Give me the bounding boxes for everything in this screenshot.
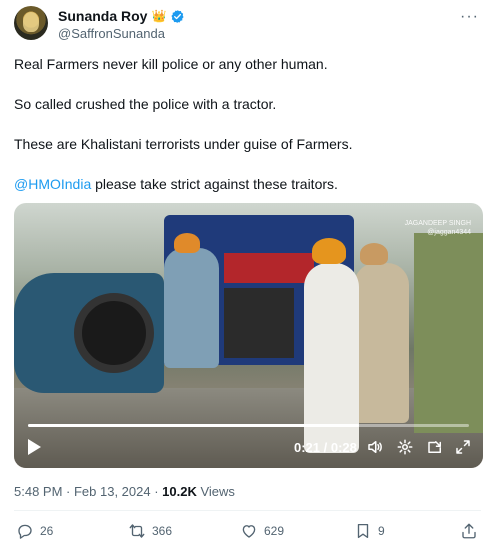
tweet-line-1: Real Farmers never kill police or any ot… xyxy=(14,56,328,72)
tweet-timestamp[interactable]: 5:48 PM · Feb 13, 2024 · xyxy=(14,484,162,499)
picture-in-picture-icon[interactable] xyxy=(426,438,444,456)
heart-icon xyxy=(242,525,256,538)
author-handle[interactable]: @SaffronSunanda xyxy=(58,26,165,41)
tweet-header: Sunanda Roy 👑 @SaffronSunanda ··· xyxy=(14,6,481,42)
fullscreen-icon[interactable] xyxy=(454,438,472,456)
tweet-line-4-rest: please take strict against these traitor… xyxy=(91,176,338,192)
reply-button[interactable]: 26 xyxy=(16,522,53,540)
repost-count: 366 xyxy=(152,524,173,538)
play-button[interactable] xyxy=(26,438,42,456)
video-controls: 0:21 / 0:28 xyxy=(14,428,483,468)
share-icon xyxy=(462,523,476,539)
crown-emoji-icon: 👑 xyxy=(151,9,167,23)
reply-count: 26 xyxy=(40,524,54,538)
video-player[interactable]: JAGANDEEP SINGH @jaggan4344 0:21 / 0:28 xyxy=(14,203,483,468)
bookmark-count: 9 xyxy=(378,524,385,538)
tweet-line-4: @HMOIndia please take strict against the… xyxy=(14,174,481,194)
mention-link[interactable]: @HMOIndia xyxy=(14,176,91,192)
settings-gear-icon[interactable] xyxy=(396,438,414,456)
tweet-line-3: These are Khalistani terrorists under gu… xyxy=(14,136,353,152)
tweet-text: Real Farmers never kill police or any ot… xyxy=(14,54,481,214)
tweet-actions: 26 366 629 9 xyxy=(14,522,481,544)
repost-icon xyxy=(129,524,145,538)
bookmark-button[interactable]: 9 xyxy=(354,522,385,540)
video-time-readout: 0:21 / 0:28 xyxy=(294,440,357,455)
views-label: Views xyxy=(196,484,235,499)
bookmark-icon xyxy=(357,523,369,539)
tweet-meta: 5:48 PM · Feb 13, 2024 · 10.2K Views xyxy=(14,484,235,499)
author-name-row: Sunanda Roy 👑 xyxy=(58,8,185,24)
tweet-line-2: So called crushed the police with a trac… xyxy=(14,96,277,112)
volume-icon[interactable] xyxy=(366,438,384,456)
like-count: 629 xyxy=(264,524,285,538)
reply-icon xyxy=(18,524,32,539)
video-watermark: JAGANDEEP SINGH @jaggan4344 xyxy=(404,220,471,236)
avatar[interactable] xyxy=(14,6,48,40)
share-button[interactable] xyxy=(460,522,478,540)
video-progress-bar[interactable] xyxy=(28,424,469,427)
repost-button[interactable]: 366 xyxy=(128,522,172,540)
like-button[interactable]: 629 xyxy=(240,522,284,540)
more-options-icon[interactable]: ··· xyxy=(460,8,479,26)
verified-badge-icon xyxy=(171,9,184,23)
video-progress-fill xyxy=(28,424,359,427)
views-count: 10.2K xyxy=(162,484,197,499)
divider xyxy=(14,510,481,511)
author-display-name[interactable]: Sunanda Roy xyxy=(58,8,147,24)
